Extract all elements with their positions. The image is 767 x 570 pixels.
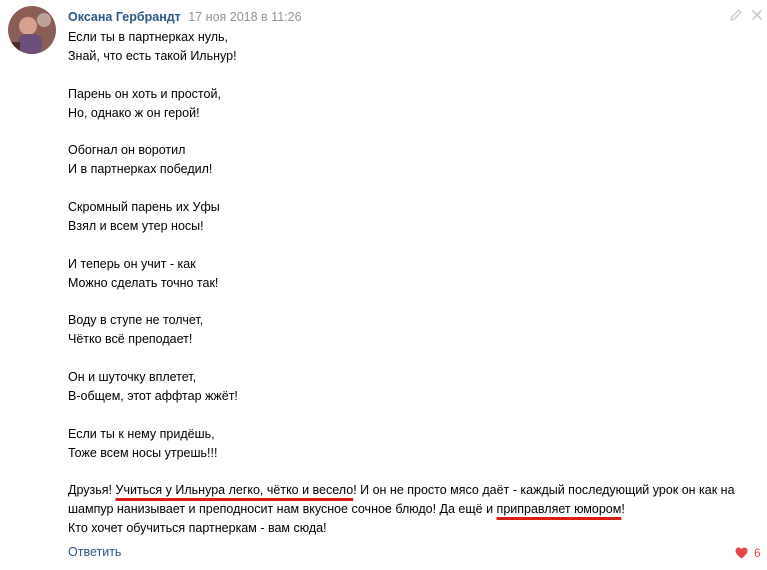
poem-line: Если ты в партнерках нуль, [68,30,228,44]
paragraph-text: ! [621,502,625,517]
comment-post: Оксана Гербрандт 17 ноя 2018 в 11:26 Есл… [0,0,767,570]
highlighted-phrase: приправляет юмором [496,502,622,517]
poem-line: Обогнал он воротил [68,143,186,158]
comment-footer: Ответить [68,544,121,560]
author-name[interactable]: Оксана Гербрандт [68,10,181,24]
reply-link[interactable]: Ответить [68,545,121,559]
final-paragraph: Друзья! Учиться у Ильнура легко, чётко и… [68,481,758,519]
poem-line: Взял и всем утер носы! [68,218,204,233]
highlighted-phrase: Учиться у Ильнура легко, чётко и весело [115,483,354,498]
avatar-photo-icon [8,6,56,54]
poem-line: Знай, что есть такой Ильнур! [68,48,237,63]
pencil-icon[interactable] [729,8,743,22]
close-icon[interactable] [750,8,764,22]
comment-header: Оксана Гербрандт 17 ноя 2018 в 11:26 [68,8,302,26]
poem-line: Можно сделать точно так! [68,275,219,290]
paragraph-text: Друзья! [68,483,116,498]
poem-line: И теперь он учит - как [68,256,196,271]
like-count: 6 [754,546,761,560]
poem-line: В-общем, этот аффтар жжёт! [68,388,238,403]
avatar[interactable] [8,6,56,54]
poem-line: Парень он хоть и простой, [68,86,221,101]
like-button[interactable]: 6 [735,545,761,561]
poem-line: И в партнерках победил! [68,162,213,177]
poem-line: Если ты к нему придёшь, [68,426,215,441]
poem-line: Но, однако ж он герой! [68,105,200,120]
poem-line: Тоже всем носы утрешь!!! [68,445,218,460]
comment-text: Если ты в партнерках нуль, Знай, что ест… [68,28,758,538]
poem-line: Воду в ступе не толчет, [68,313,204,328]
poem-line: Скромный парень их Уфы [68,200,220,215]
closing-line: Кто хочет обучиться партнеркам - вам сюд… [68,521,327,536]
heart-icon [735,547,748,559]
comment-date[interactable]: 17 ноя 2018 в 11:26 [188,10,301,24]
poem-line: Чётко всё преподает! [68,332,193,347]
poem-line: Он и шуточку вплетет, [68,370,197,385]
